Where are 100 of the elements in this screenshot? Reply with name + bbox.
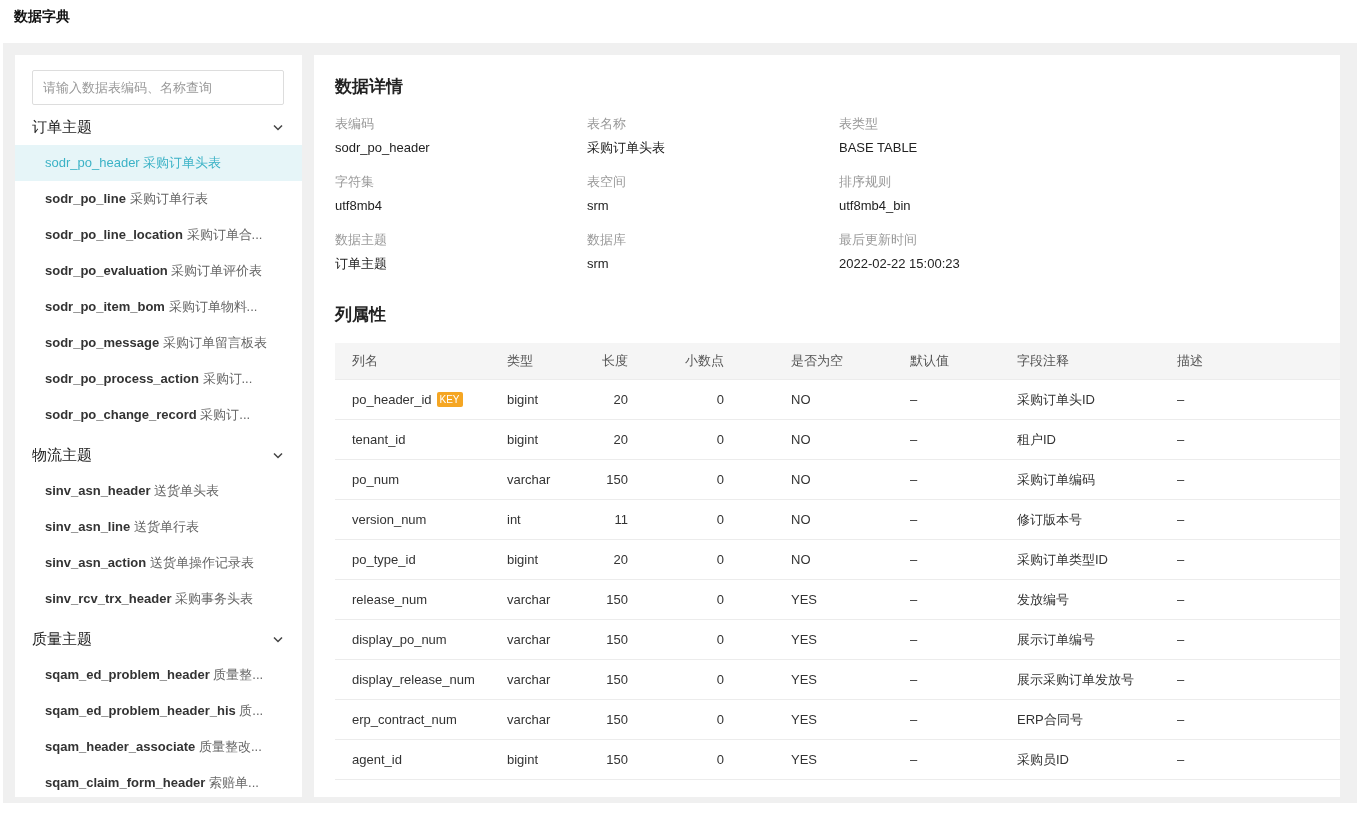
field-label: 数据库 [587,231,627,249]
group-header[interactable]: 质量主题 [15,621,302,657]
table-cell: – [1177,592,1185,607]
table-cell: 展示采购订单发放号 [1017,670,1134,689]
search-field[interactable]: 请输入数据表编码、名称查询 [32,70,284,105]
table-cell: tenant_id [352,432,406,447]
table-list-item[interactable]: sodr_po_item_bom 采购订单物料... [15,289,302,325]
table-cell: 0 [716,432,724,447]
section-title: 列属性 [335,304,387,326]
table-cell: 20 [613,392,628,407]
table-cell: varchar [507,632,551,647]
table-cell: – [910,392,918,407]
table-cell: display_po_num [352,632,447,647]
table-cell: 150 [606,472,628,487]
table-list-item[interactable]: sqam_header_associate 质量整改... [15,729,302,765]
table-list-item[interactable]: sodr_po_change_record 采购订... [15,397,302,433]
table-cell: – [1177,672,1185,687]
field-label: 字符集 [335,173,375,191]
table-cell: 0 [716,592,724,607]
field-label: 数据主题 [335,231,388,249]
table-cell: 修订版本号 [1017,510,1082,529]
table-cell: – [910,752,918,767]
table-cell: 租户ID [1017,430,1056,449]
table-list-item[interactable]: sqam_ed_problem_header 质量整... [15,657,302,693]
table-cell: varchar [507,592,551,607]
group-title: 订单主题 [32,117,92,137]
table-cell: 0 [716,752,724,767]
table-cell: 0 [716,632,724,647]
table-cell: NO [791,472,811,487]
table-cell: 11 [614,512,628,527]
table-cell: NO [791,512,811,527]
table-cell: – [1177,712,1185,727]
table-cell: – [910,472,918,487]
table-cell: 采购订单类型ID [1017,550,1108,569]
table-cell: po_num [352,472,399,487]
chevron-down-icon [273,123,283,131]
table-cell: po_type_id [352,552,416,567]
table-cell: – [910,592,918,607]
table-cell: NO [791,552,811,567]
table-cell: release_num [352,592,428,607]
key-badge: KEY [436,392,463,407]
field-value: BASE TABLE [839,139,919,157]
table-cell: 0 [716,472,724,487]
table-cell: erp_contract_num [352,712,457,727]
field-value: utf8mb4 [335,197,383,215]
table-cell: – [1177,512,1185,527]
table-cell: – [910,512,918,527]
field-label: 表编码 [335,115,375,133]
table-cell: 150 [606,752,628,767]
group-title: 质量主题 [32,629,92,649]
table-cell: bigint [507,752,539,767]
table-list-item[interactable]: sodr_po_line_location 采购订单合... [15,217,302,253]
table-list-item[interactable]: sodr_po_evaluation 采购订单评价表 [15,253,302,289]
table-list-item[interactable]: sinv_asn_header 送货单头表 [15,473,302,509]
field-label: 最后更新时间 [839,231,918,249]
table-cell: 0 [716,672,724,687]
table-list-item[interactable]: sqam_claim_form_header 索赔单... [15,765,302,797]
table-cell: – [910,552,918,567]
table-cell: agent_id [352,752,402,767]
group-header[interactable]: 物流主题 [15,437,302,473]
column-header: 字段注释 [1017,352,1069,370]
table-cell: YES [791,752,817,767]
table-list-item[interactable]: sinv_asn_line 送货单行表 [15,509,302,545]
chevron-down-icon [273,451,283,459]
group-title: 物流主题 [32,445,92,465]
table-list-item[interactable]: sqam_ed_problem_header_his 质... [15,693,302,729]
table-cell: 展示订单编号 [1017,630,1095,649]
group-header[interactable]: 订单主题 [15,109,302,145]
field-label: 表名称 [587,115,627,133]
table-cell: – [1177,432,1185,447]
table-list-item[interactable]: sinv_asn_action 送货单操作记录表 [15,545,302,581]
table-cell: version_num [352,512,427,527]
table-cell: YES [791,592,817,607]
table-cell: – [1177,552,1185,567]
table-cell: bigint [507,552,539,567]
page-title: 数据字典 [14,8,70,24]
table-list-item[interactable]: sodr_po_message 采购订单留言板表 [15,325,302,361]
table-cell: 采购订单头ID [1017,390,1095,409]
table-cell: NO [791,392,811,407]
table-cell: 20 [613,432,628,447]
table-cell: – [1177,472,1185,487]
field-label: 表空间 [587,173,627,191]
table-list-item[interactable]: sinv_rcv_trx_header 采购事务头表 [15,581,302,617]
chevron-down-icon [273,635,283,643]
column-header: 默认值 [910,352,949,370]
table-list-item[interactable]: sodr_po_line 采购订单行表 [15,181,302,217]
column-header: 长度 [602,352,628,370]
table-cell: – [910,672,918,687]
table-cell: 150 [606,632,628,647]
table-cell: YES [791,712,817,727]
field-value: utf8mb4_bin [839,197,912,215]
table-cell: – [910,632,918,647]
column-header: 小数点 [685,352,724,370]
field-value: 2022-02-22 15:00:23 [839,255,961,273]
table-list-item[interactable]: sodr_po_process_action 采购订... [15,361,302,397]
table-cell: 150 [606,712,628,727]
table-cell: display_release_num [352,672,475,687]
table-cell: 采购员ID [1017,750,1069,769]
table-cell: – [1177,392,1185,407]
table-cell: bigint [507,392,539,407]
